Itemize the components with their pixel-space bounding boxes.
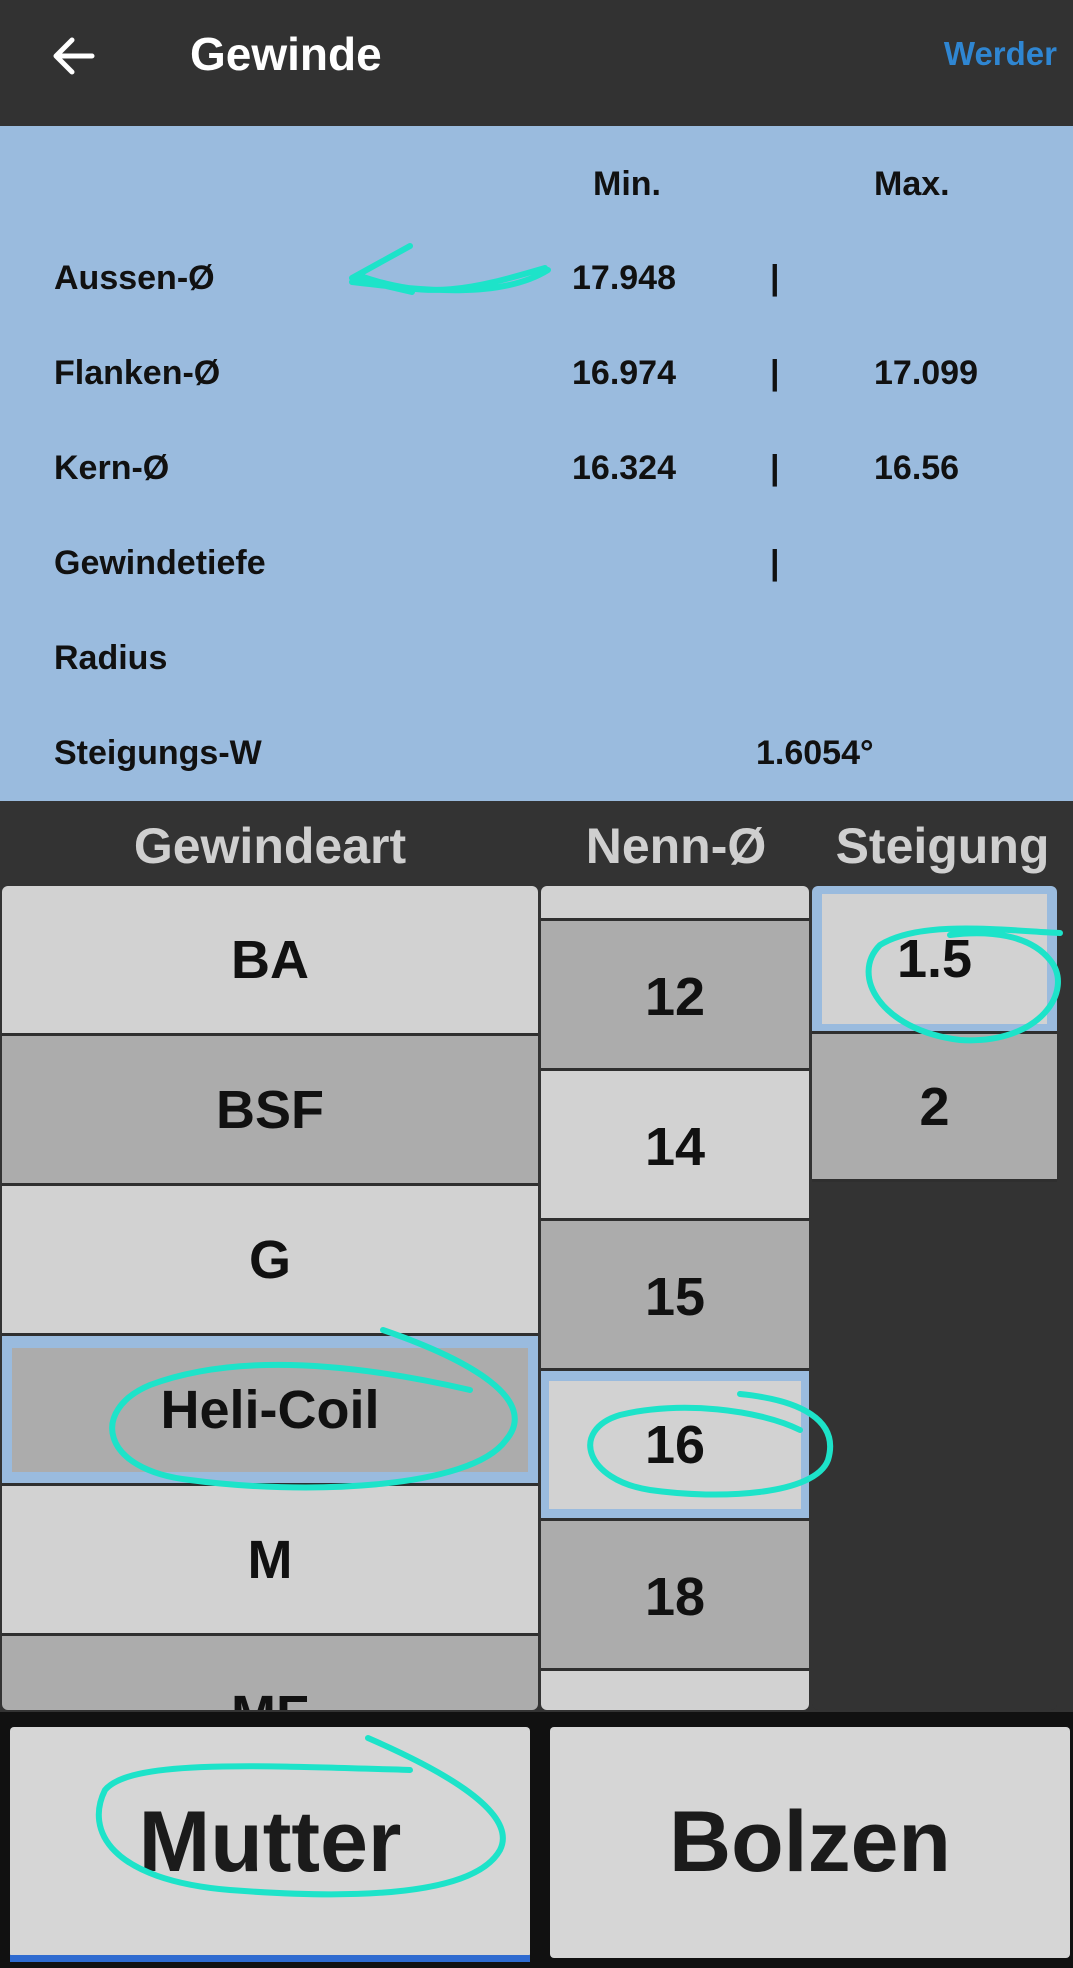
steigung-picker[interactable]: 1.5 2 (812, 886, 1057, 1710)
gewindeart-option[interactable]: BSF (2, 1036, 538, 1186)
results-panel: Min. Max. Aussen-Ø 17.948 | Flanken-Ø 16… (0, 126, 1073, 801)
row-label: Radius (54, 639, 168, 677)
nenn-option-edge (541, 1671, 809, 1710)
row-min: 17.948 (572, 259, 676, 297)
gewindeart-option[interactable]: G (2, 1186, 538, 1336)
row-separator: | (770, 449, 780, 487)
row-separator: | (770, 544, 780, 582)
nenn-option[interactable]: 18 (541, 1521, 809, 1671)
back-arrow-icon[interactable] (46, 28, 102, 84)
result-row-kern: Kern-Ø 16.324 | 16.56 (0, 446, 1073, 490)
bolzen-button[interactable]: Bolzen (550, 1727, 1070, 1958)
gewindeart-option[interactable]: MF (2, 1636, 538, 1710)
steigung-header: Steigung (835, 818, 1050, 874)
nenn-option[interactable]: 12 (541, 921, 809, 1071)
result-row-radius: Radius (0, 636, 1073, 680)
nenn-picker[interactable]: 12 14 15 16 18 (541, 886, 809, 1710)
row-min: 16.974 (572, 354, 676, 392)
app-bar: Gewinde Werder (0, 0, 1073, 126)
gewindeart-option-selected[interactable]: Heli-Coil (2, 1336, 538, 1486)
gewindeart-option[interactable]: M (2, 1486, 538, 1636)
row-label: Aussen-Ø (54, 259, 215, 297)
nenn-option[interactable]: 14 (541, 1071, 809, 1221)
mutter-active-indicator (10, 1955, 530, 1962)
row-label: Gewindetiefe (54, 544, 266, 582)
row-max: 16.56 (874, 449, 960, 487)
gewindeart-header: Gewindeart (133, 818, 407, 874)
row-label: Steigungs-W (54, 734, 262, 772)
nenn-header: Nenn-Ø (585, 818, 767, 874)
steigung-option[interactable]: 2 (812, 1034, 1057, 1182)
result-row-flanken: Flanken-Ø 16.974 | 17.099 (0, 351, 1073, 395)
row-label: Kern-Ø (54, 449, 170, 487)
header-min: Min. (593, 165, 661, 203)
nenn-option-edge (541, 886, 809, 921)
gewindeart-option[interactable]: BA (2, 886, 538, 1036)
row-min: 16.324 (572, 449, 676, 487)
nenn-option[interactable]: 15 (541, 1221, 809, 1371)
row-separator: | (770, 259, 780, 297)
row-label: Flanken-Ø (54, 354, 221, 392)
mutter-button[interactable]: Mutter (10, 1727, 530, 1958)
gewindeart-picker[interactable]: BA BSF G Heli-Coil M MF (2, 886, 538, 1710)
steigung-option-selected[interactable]: 1.5 (812, 886, 1057, 1034)
row-max: 17.099 (874, 354, 978, 392)
result-row-aussen: Aussen-Ø 17.948 | (0, 256, 1073, 300)
page-title: Gewinde (190, 28, 382, 80)
result-row-steigungswinkel: Steigungs-W 1.6054° (0, 731, 1073, 775)
nenn-option-selected[interactable]: 16 (541, 1371, 809, 1521)
result-row-gewindetiefe: Gewindetiefe | (0, 541, 1073, 585)
row-separator: | (770, 354, 780, 392)
header-max: Max. (874, 165, 950, 203)
row-value: 1.6054° (756, 734, 874, 772)
brand-link[interactable]: Werder (944, 32, 1057, 76)
